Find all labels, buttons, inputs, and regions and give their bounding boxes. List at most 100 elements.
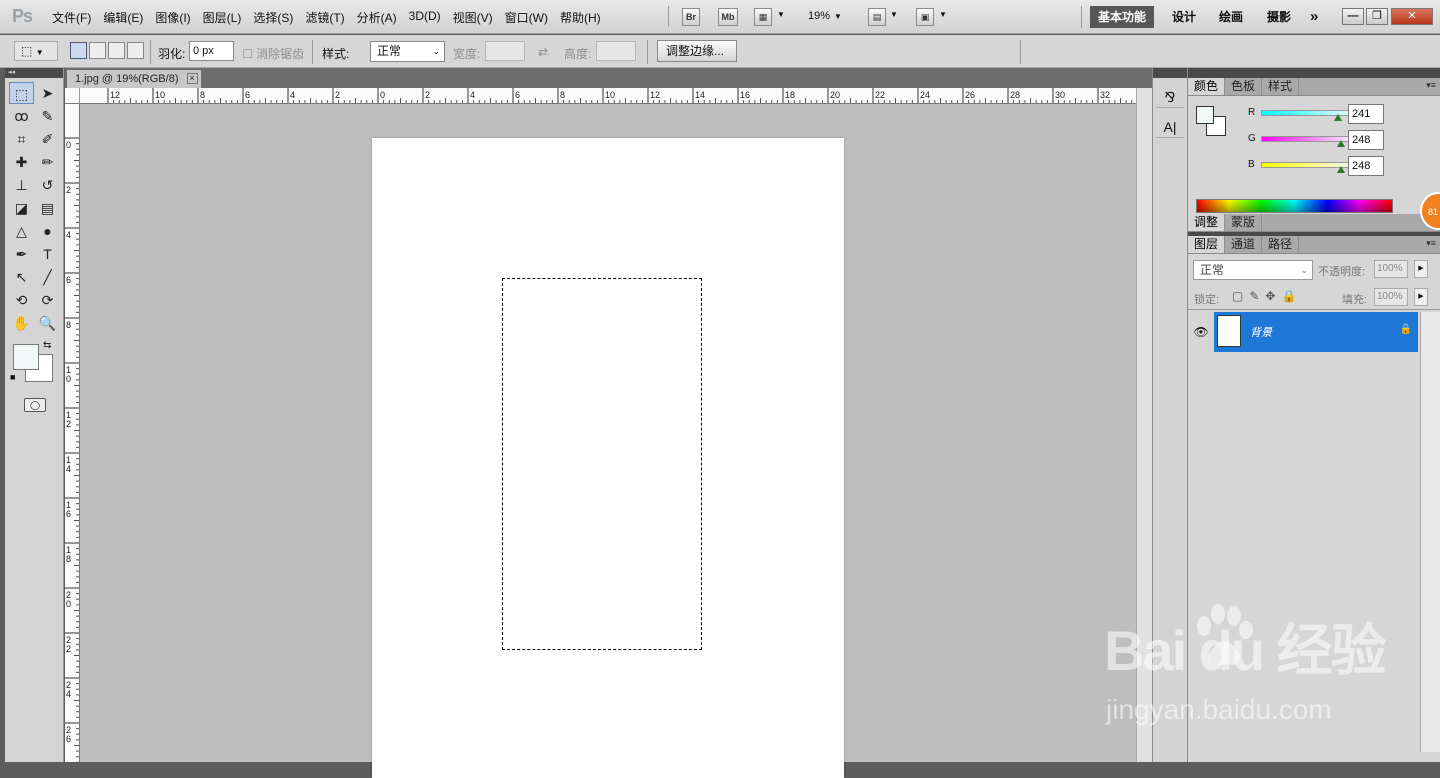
ruler-origin[interactable] (65, 88, 80, 104)
color-spectrum[interactable] (1196, 199, 1393, 213)
blur-tool[interactable]: △ (9, 220, 34, 242)
add-selection-button[interactable] (89, 42, 106, 59)
menu-layer[interactable]: 图层(L) (197, 9, 248, 26)
intersect-selection-button[interactable] (127, 42, 144, 59)
blend-mode-select[interactable]: 正常 ⌄ (1193, 260, 1313, 280)
close-button[interactable]: ✕ (1391, 8, 1433, 25)
type-tool[interactable]: T (35, 243, 60, 265)
opacity-arrow-icon[interactable]: ▶ (1414, 260, 1428, 278)
zoom-tool[interactable]: 🔍 (35, 312, 60, 334)
arrange-documents-button[interactable]: ▤ (868, 8, 886, 26)
layers-scrollbar[interactable] (1420, 312, 1440, 752)
refine-edge-button[interactable]: 调整边缘... (657, 40, 737, 62)
path-select-tool[interactable]: ↖ (9, 266, 34, 288)
panel-menu-icon[interactable]: ▾≡ (1426, 238, 1436, 249)
vertical-ruler[interactable]: 02468101214161820222426 (65, 104, 80, 762)
panel-foreground-color[interactable] (1196, 106, 1214, 124)
document-tab[interactable]: 1.jpg @ 19%(RGB/8) × (67, 70, 201, 88)
workspace-photography[interactable]: 摄影 (1259, 6, 1299, 28)
canvas-area[interactable] (80, 104, 1136, 778)
foreground-color[interactable] (13, 344, 39, 370)
feather-input[interactable]: 0 px (189, 41, 234, 61)
restore-button[interactable]: ❐ (1366, 8, 1388, 25)
tab-masks[interactable]: 蒙版 (1225, 214, 1263, 231)
bridge-button[interactable]: Br (682, 8, 700, 26)
tab-channels[interactable]: 通道 (1225, 236, 1263, 253)
tab-paths[interactable]: 路径 (1262, 236, 1300, 253)
tab-swatches[interactable]: 色板 (1225, 78, 1263, 95)
3d-orbit-tool[interactable]: ⟳ (35, 289, 60, 311)
style-select[interactable]: 正常 ⌄ (370, 41, 445, 62)
horizontal-ruler[interactable]: 12 10 8 6 4 2 0 2 4 6 8 10 12 14 16 18 20 22 24 26 28 30 32 (80, 88, 1136, 104)
clone-stamp-tool[interactable]: ⊥ (9, 174, 34, 196)
lasso-tool[interactable]: ꝏ (9, 105, 34, 127)
mini-bridge-button[interactable]: Mb (718, 8, 738, 26)
tab-styles[interactable]: 样式 (1262, 78, 1300, 95)
menu-filter[interactable]: 滤镜(T) (299, 9, 350, 26)
view-extras-button[interactable]: ▦ (754, 8, 772, 26)
subtract-selection-button[interactable] (108, 42, 125, 59)
pen-tool[interactable]: ✒ (9, 243, 34, 265)
screen-mode-button[interactable]: ▣ (916, 8, 934, 26)
workspace-more-button[interactable]: » (1302, 6, 1326, 28)
quick-select-tool[interactable]: ✎ (35, 105, 60, 127)
fill-arrow-icon[interactable]: ▶ (1414, 288, 1428, 306)
dock-collapse-icon[interactable] (1153, 68, 1187, 78)
tab-color[interactable]: 颜色 (1188, 78, 1226, 95)
tab-adjustments[interactable]: 调整 (1188, 214, 1226, 231)
menu-help[interactable]: 帮助(H) (554, 9, 607, 26)
visibility-eye-icon[interactable]: 👁 (1188, 314, 1214, 354)
swap-colors-icon[interactable]: ⇆ (43, 340, 51, 351)
zoom-level[interactable]: 19% ▼ (808, 10, 842, 22)
crop-tool[interactable]: ⌗ (9, 128, 34, 150)
layer-row[interactable]: 背景 🔒 (1214, 312, 1418, 352)
menu-window[interactable]: 窗口(W) (499, 9, 554, 26)
close-tab-icon[interactable]: × (186, 73, 198, 84)
red-value-input[interactable]: 241 (1348, 104, 1384, 124)
brush-tool[interactable]: ✏ (35, 151, 60, 173)
menu-select[interactable]: 选择(S) (247, 9, 299, 26)
3d-rotate-tool[interactable]: ⟲ (9, 289, 34, 311)
menu-file[interactable]: 文件(F) (46, 9, 97, 26)
chevron-down-icon[interactable]: ▼ (777, 10, 785, 19)
workspace-design[interactable]: 设计 (1164, 6, 1204, 28)
menu-analysis[interactable]: 分析(A) (351, 9, 403, 26)
history-panel-icon[interactable]: ⅋ (1156, 86, 1184, 108)
rect-marquee-tool[interactable]: ⬚ (9, 82, 34, 104)
move-tool[interactable]: ➤ (35, 82, 60, 104)
history-brush-tool[interactable]: ↺ (35, 174, 60, 196)
menu-image[interactable]: 图像(I) (149, 9, 196, 26)
workspace-painting[interactable]: 绘画 (1211, 6, 1251, 28)
marquee-selection[interactable] (502, 278, 702, 650)
default-colors-icon[interactable]: ■ (10, 372, 15, 382)
workspace-essentials[interactable]: 基本功能 (1090, 6, 1155, 28)
tab-layers[interactable]: 图层 (1188, 236, 1226, 253)
eyedropper-tool[interactable]: ✐ (35, 128, 60, 150)
blue-slider-thumb[interactable] (1337, 166, 1345, 173)
toolbox-collapse-icon[interactable]: ◂◂ (5, 68, 63, 78)
character-panel-icon[interactable]: A| (1156, 116, 1184, 138)
line-tool[interactable]: ╱ (35, 266, 60, 288)
red-slider-thumb[interactable] (1334, 114, 1342, 121)
fill-input[interactable]: 100% (1374, 288, 1408, 306)
opacity-input[interactable]: 100% (1374, 260, 1408, 278)
swap-icon[interactable]: ⇄ (538, 45, 548, 59)
menu-view[interactable]: 视图(V) (447, 9, 499, 26)
panels-collapse-icon[interactable] (1188, 68, 1440, 78)
green-slider-thumb[interactable] (1337, 140, 1345, 147)
antialias-checkbox[interactable]: ☐ 消除锯齿 (242, 45, 304, 62)
green-value-input[interactable]: 248 (1348, 130, 1384, 150)
minimize-button[interactable]: — (1342, 8, 1364, 25)
lock-options[interactable]: ▢✎✥🔒 (1232, 289, 1302, 303)
dodge-tool[interactable]: ● (35, 220, 60, 242)
eraser-tool[interactable]: ◪ (9, 197, 34, 219)
gradient-tool[interactable]: ▤ (35, 197, 60, 219)
panel-menu-icon[interactable]: ▾≡ (1426, 80, 1436, 91)
new-selection-button[interactable] (70, 42, 87, 59)
tool-preset-picker[interactable]: ⬚ ▼ (14, 41, 58, 61)
healing-brush-tool[interactable]: ✚ (9, 151, 34, 173)
menu-3d[interactable]: 3D(D) (403, 9, 447, 26)
chevron-down-icon[interactable]: ▼ (939, 10, 947, 19)
blue-value-input[interactable]: 248 (1348, 156, 1384, 176)
hand-tool[interactable]: ✋ (9, 312, 34, 334)
